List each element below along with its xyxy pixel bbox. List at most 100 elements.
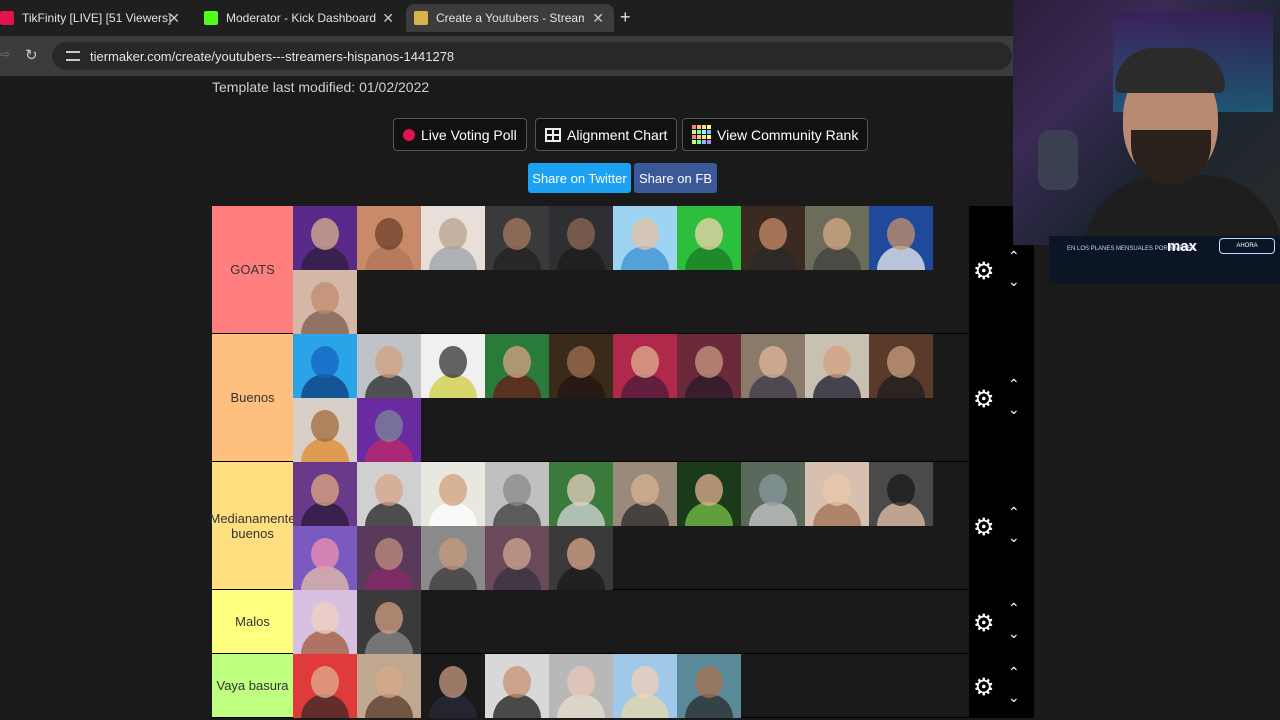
tab-tiermaker[interactable]: Create a Youtubers - Streamers ✕ [406,4,614,32]
streamer-thumbnail[interactable] [421,206,485,270]
streamer-thumbnail[interactable] [421,654,485,718]
tier-label[interactable]: Vaya basura [212,654,293,717]
streamer-thumbnail[interactable] [549,206,613,270]
tier-controls: ⚙ ⌃ ⌄ [969,334,1034,461]
streamer-thumbnail[interactable] [805,334,869,398]
streamer-thumbnail[interactable] [805,462,869,526]
streamer-thumbnail[interactable] [421,334,485,398]
gear-icon[interactable]: ⚙ [973,673,995,702]
site-settings-icon[interactable] [66,51,80,61]
streamer-thumbnail[interactable] [485,334,549,398]
streamer-thumbnail[interactable] [741,206,805,270]
tab-tikfinity[interactable]: TikFinity [LIVE] [51 Viewers] ✕ [0,4,190,32]
streamer-thumbnail[interactable] [805,206,869,270]
reload-icon[interactable]: ↻ [25,46,38,64]
streamer-thumbnail[interactable] [485,654,549,718]
streamer-thumbnail[interactable] [549,334,613,398]
tab-title: Moderator - Kick Dashboard [226,11,377,25]
streamer-thumbnail[interactable] [869,334,933,398]
streamer-thumbnail[interactable] [869,206,933,270]
streamer-thumbnail[interactable] [293,270,357,334]
thumbnail-face [311,410,339,442]
streamer-thumbnail[interactable] [357,206,421,270]
tier-label[interactable]: Medianamente buenos [210,462,296,589]
thumbnail-face [567,538,595,570]
streamer-thumbnail[interactable] [485,526,549,590]
streamer-thumbnail[interactable] [357,334,421,398]
tier-items [293,590,968,654]
view-community-rank-button[interactable]: View Community Rank [682,118,869,151]
share-facebook-button[interactable]: Share on FB [634,163,717,193]
streamer-thumbnail[interactable] [613,206,677,270]
streamer-thumbnail[interactable] [293,526,357,590]
streamer-thumbnail[interactable] [677,462,741,526]
streamer-thumbnail[interactable] [357,526,421,590]
streamer-thumbnail[interactable] [869,462,933,526]
close-tab-icon[interactable]: ✕ [382,10,394,27]
streamer-thumbnail[interactable] [421,526,485,590]
streamer-thumbnail[interactable] [677,206,741,270]
live-voting-poll-button[interactable]: Live Voting Poll [393,118,527,151]
streamer-thumbnail[interactable] [293,462,357,526]
thumbnail-face [695,218,723,250]
gear-icon[interactable]: ⚙ [973,609,995,638]
url-text[interactable]: tiermaker.com/create/youtubers---streame… [90,49,454,64]
close-tab-icon[interactable]: ✕ [168,10,180,27]
tier-row: Malos ⚙ ⌃ ⌄ [212,590,1034,654]
tier-items [293,334,968,462]
chevron-up-icon[interactable]: ⌃ [1008,248,1020,265]
streamer-thumbnail[interactable] [357,590,421,654]
streamer-thumbnail[interactable] [357,398,421,462]
chevron-up-icon[interactable]: ⌃ [1008,600,1020,617]
streamer-thumbnail[interactable] [549,462,613,526]
streamer-thumbnail[interactable] [741,334,805,398]
chevron-down-icon[interactable]: ⌄ [1008,689,1020,706]
streamer-thumbnail[interactable] [677,654,741,718]
gear-icon[interactable]: ⚙ [973,513,995,542]
streamer-thumbnail[interactable] [357,462,421,526]
tier-label[interactable]: Malos [212,590,293,653]
chevron-up-icon[interactable]: ⌃ [1008,504,1020,521]
tier-controls: ⚙ ⌃ ⌄ [969,654,1034,717]
tier-items [293,206,968,334]
thumbnail-face [631,346,659,378]
streamer-thumbnail[interactable] [293,590,357,654]
chevron-up-icon[interactable]: ⌃ [1008,664,1020,681]
share-twitter-button[interactable]: Share on Twitter [528,163,631,193]
chevron-down-icon[interactable]: ⌄ [1008,529,1020,546]
thumbnail-face [823,218,851,250]
streamer-thumbnail[interactable] [421,462,485,526]
back-arrow-icon[interactable]: ⇨ [0,47,10,61]
streamer-thumbnail[interactable] [741,462,805,526]
chevron-down-icon[interactable]: ⌄ [1008,273,1020,290]
streamer-thumbnail[interactable] [613,654,677,718]
streamer-thumbnail[interactable] [293,654,357,718]
streamer-thumbnail[interactable] [549,654,613,718]
close-tab-icon[interactable]: ✕ [592,10,604,27]
gear-icon[interactable]: ⚙ [973,385,995,414]
tab-kick-dashboard[interactable]: Moderator - Kick Dashboard ✕ [196,4,404,32]
streamer-thumbnail[interactable] [293,206,357,270]
streamer-thumbnail[interactable] [485,206,549,270]
streamer-thumbnail[interactable] [485,462,549,526]
alignment-chart-button[interactable]: Alignment Chart [535,118,678,151]
chevron-up-icon[interactable]: ⌃ [1008,376,1020,393]
streamer-thumbnail[interactable] [613,334,677,398]
ad-banner: EN LOS PLANES MENSUALES POR 6 MESES max … [1049,236,1280,284]
tier-label[interactable]: GOATS [212,206,293,333]
new-tab-icon[interactable]: + [620,7,631,28]
streamer-thumbnail[interactable] [549,526,613,590]
chevron-down-icon[interactable]: ⌄ [1008,625,1020,642]
streamer-thumbnail[interactable] [613,462,677,526]
streamer-thumbnail[interactable] [677,334,741,398]
chevron-down-icon[interactable]: ⌄ [1008,401,1020,418]
streamer-thumbnail[interactable] [293,334,357,398]
tier-color-grid-icon [692,125,711,144]
streamer-thumbnail[interactable] [357,654,421,718]
gear-icon[interactable]: ⚙ [973,257,995,286]
tier-controls: ⚙ ⌃ ⌄ [969,462,1034,589]
streamer-thumbnail[interactable] [293,398,357,462]
thumbnail-face [503,346,531,378]
omnibox[interactable]: tiermaker.com/create/youtubers---streame… [52,42,1012,70]
tier-label[interactable]: Buenos [212,334,293,461]
